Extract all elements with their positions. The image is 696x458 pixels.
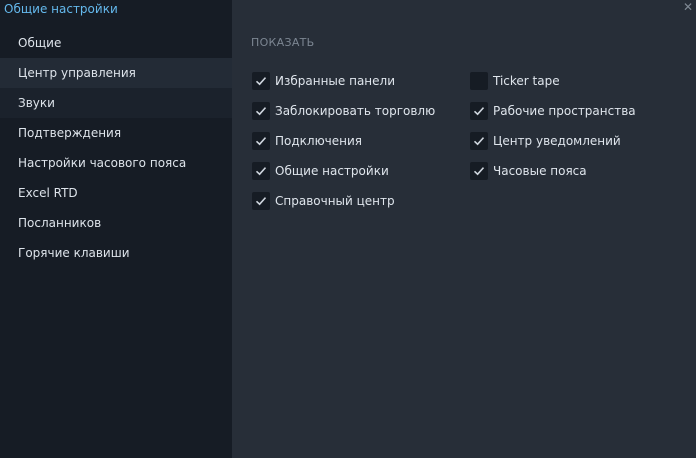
checkmark-icon [255, 137, 267, 146]
checkmark-icon [255, 197, 267, 206]
window-title: Общие настройки [4, 2, 118, 16]
settings-content: ✕ ПОКАЗАТЬ Избранные панели Заблокироват… [232, 0, 696, 458]
option-connections[interactable]: Подключения [252, 126, 435, 156]
close-icon: ✕ [682, 0, 694, 14]
options-left-column: Избранные панели Заблокировать торговлю … [252, 66, 435, 216]
checkmark-icon [255, 77, 267, 86]
settings-nav: Общие Центр управления Звуки Подтвержден… [0, 28, 232, 268]
option-general-settings[interactable]: Общие настройки [252, 156, 435, 186]
checkbox[interactable] [252, 192, 270, 210]
option-label: Центр уведомлений [493, 134, 621, 148]
section-title: ПОКАЗАТЬ [251, 36, 315, 49]
checkbox[interactable] [252, 162, 270, 180]
option-block-trading[interactable]: Заблокировать торговлю [252, 96, 435, 126]
checkbox[interactable] [470, 132, 488, 150]
sidebar-item-excel-rtd[interactable]: Excel RTD [0, 178, 232, 208]
checkmark-icon [473, 137, 485, 146]
sidebar-item-messengers[interactable]: Посланников [0, 208, 232, 238]
checkmark-icon [473, 107, 485, 116]
option-label: Общие настройки [275, 164, 389, 178]
sidebar-item-sounds[interactable]: Звуки [0, 88, 232, 118]
checkbox[interactable] [470, 72, 488, 90]
option-workspaces[interactable]: Рабочие пространства [470, 96, 636, 126]
settings-window: Общие настройки Общие Центр управления З… [0, 0, 696, 458]
option-help-center[interactable]: Справочный центр [252, 186, 435, 216]
option-label: Заблокировать торговлю [275, 104, 436, 118]
option-notification-center[interactable]: Центр уведомлений [470, 126, 636, 156]
checkbox[interactable] [252, 102, 270, 120]
option-favorite-panels[interactable]: Избранные панели [252, 66, 435, 96]
option-ticker-tape[interactable]: Ticker tape [470, 66, 636, 96]
checkmark-icon [255, 167, 267, 176]
close-button[interactable]: ✕ [682, 0, 694, 14]
sidebar-item-confirmations[interactable]: Подтверждения [0, 118, 232, 148]
option-label: Подключения [275, 134, 363, 148]
checkbox[interactable] [252, 72, 270, 90]
checkbox[interactable] [252, 132, 270, 150]
sidebar-item-hotkeys[interactable]: Горячие клавиши [0, 238, 232, 268]
sidebar-item-control-center[interactable]: Центр управления [0, 58, 232, 88]
settings-sidebar: Общие настройки Общие Центр управления З… [0, 0, 232, 458]
checkbox[interactable] [470, 162, 488, 180]
option-label: Рабочие пространства [493, 104, 636, 118]
checkbox[interactable] [470, 102, 488, 120]
checkmark-icon [473, 167, 485, 176]
option-label: Избранные панели [275, 74, 395, 88]
option-label: Ticker tape [493, 74, 560, 88]
option-label: Часовые пояса [493, 164, 587, 178]
sidebar-item-timezone-settings[interactable]: Настройки часового пояса [0, 148, 232, 178]
option-time-zones[interactable]: Часовые пояса [470, 156, 636, 186]
option-label: Справочный центр [275, 194, 395, 208]
checkmark-icon [255, 107, 267, 116]
sidebar-item-general[interactable]: Общие [0, 28, 232, 58]
options-right-column: Ticker tape Рабочие пространства Центр у… [470, 66, 636, 186]
